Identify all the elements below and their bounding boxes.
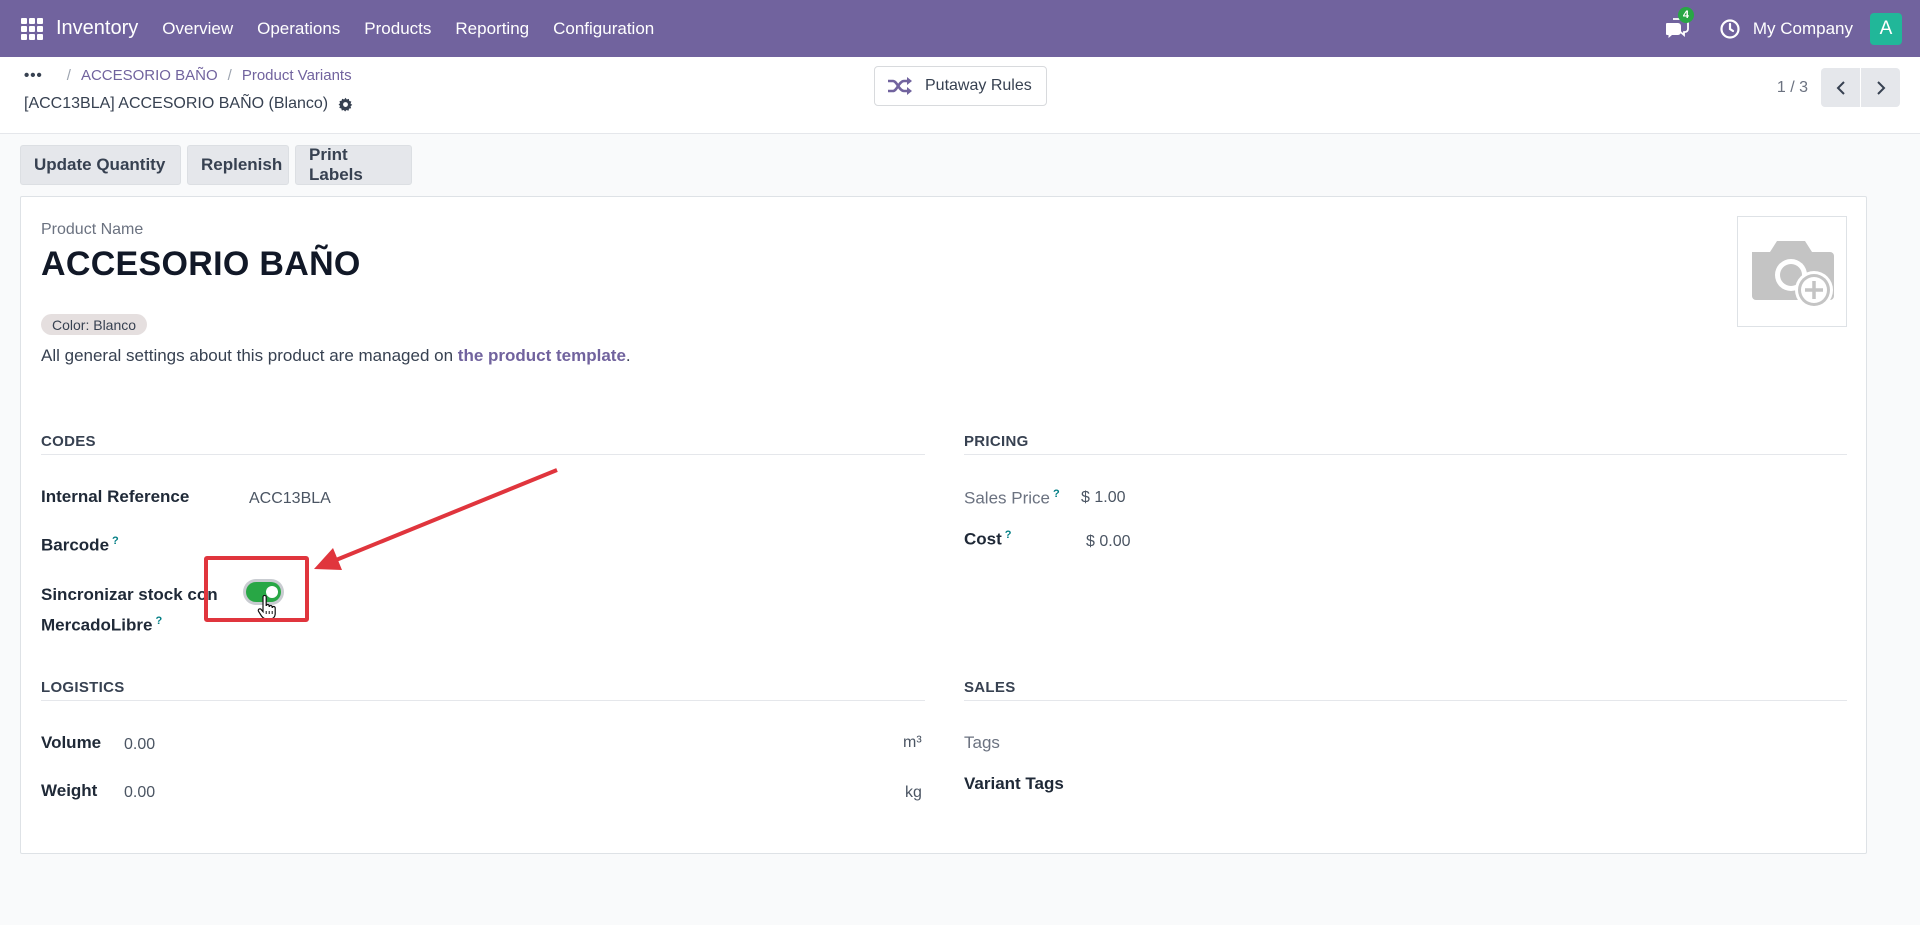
logistics-divider (41, 700, 925, 701)
pricing-section-title: PRICING (964, 433, 1029, 450)
apps-menu-icon[interactable] (21, 17, 43, 40)
putaway-rules-label: Putaway Rules (925, 77, 1032, 94)
replenish-button[interactable]: Replenish (187, 145, 289, 185)
tags-label: Tags (964, 733, 1000, 752)
sales-divider (964, 700, 1847, 701)
shuffle-icon (888, 77, 912, 95)
internal-reference-label: Internal Reference (41, 487, 190, 506)
breadcrumb-more-dots[interactable]: ••• (24, 67, 43, 84)
menu-configuration[interactable]: Configuration (541, 19, 666, 39)
breadcrumb-product[interactable]: ACCESORIO BAÑO (81, 67, 218, 84)
gear-icon[interactable] (338, 97, 353, 112)
pager-next-button[interactable] (1861, 68, 1900, 107)
menu-reporting[interactable]: Reporting (443, 19, 541, 39)
record-pager: 1 / 3 (1777, 68, 1900, 107)
template-note: All general settings about this product … (41, 346, 631, 366)
annotation-highlight-box (204, 556, 309, 622)
sales-price-help-icon[interactable]: ? (1053, 488, 1060, 500)
weight-unit: kg (905, 784, 922, 801)
sync-mercadolibre-label-line2: MercadoLibre (41, 615, 153, 635)
weight-label: Weight (41, 781, 98, 800)
sales-price-label-row: Sales Price? (964, 488, 1060, 509)
sales-section-title: SALES (964, 679, 1016, 696)
cost-field[interactable]: $ 0.00 (1086, 533, 1130, 551)
product-name-field[interactable]: ACCESORIO BAÑO (41, 245, 361, 284)
template-note-period: . (625, 346, 631, 365)
weight-field[interactable]: 0.00 (124, 784, 155, 802)
app-name[interactable]: Inventory (56, 17, 138, 40)
form-sheet: Product Name ACCESORIO BAÑO Color: Blanc… (20, 196, 1867, 854)
action-buttons-bar: Update Quantity Replenish Print Labels (20, 145, 418, 185)
pager-previous-button[interactable] (1821, 68, 1860, 107)
barcode-label: Barcode (41, 535, 110, 555)
chat-count-badge: 4 (1677, 6, 1694, 23)
product-name-hint: Product Name (41, 221, 144, 238)
control-panel: ••• / ACCESORIO BAÑO / Product Variants … (0, 57, 1920, 134)
variant-tags-label: Variant Tags (964, 774, 1064, 793)
volume-unit: m³ (903, 734, 922, 751)
barcode-help-icon[interactable]: ? (112, 535, 119, 547)
menu-operations[interactable]: Operations (245, 19, 352, 39)
pager-value[interactable]: 1 / 3 (1777, 79, 1808, 97)
breadcrumb: ••• / ACCESORIO BAÑO / Product Variants (24, 67, 352, 84)
record-title: [ACC13BLA] ACCESORIO BAÑO (Blanco) (24, 95, 329, 112)
menu-overview[interactable]: Overview (150, 19, 245, 39)
cost-label-row: Cost? (964, 529, 1012, 550)
update-quantity-button[interactable]: Update Quantity (20, 145, 181, 185)
user-avatar[interactable]: A (1870, 12, 1902, 45)
volume-label: Volume (41, 733, 102, 752)
sync-mercadolibre-label-line1: Sincronizar stock con (41, 585, 218, 604)
tags-field[interactable] (1081, 729, 1481, 755)
cost-help-icon[interactable]: ? (1005, 529, 1012, 541)
codes-divider (41, 454, 925, 455)
chevron-right-icon (1876, 80, 1885, 95)
product-template-link[interactable]: the product template (458, 346, 626, 365)
variant-tags-field[interactable] (1101, 771, 1501, 797)
breadcrumb-separator: / (66, 67, 71, 84)
product-image-upload[interactable] (1737, 216, 1847, 327)
template-note-text: All general settings about this product … (41, 346, 454, 365)
sync-mercadolibre-label-block: Sincronizar stock con MercadoLibre? (41, 582, 218, 639)
volume-field[interactable]: 0.00 (124, 736, 155, 754)
sync-mercadolibre-label-row: MercadoLibre? (41, 608, 218, 639)
clock-icon[interactable] (1719, 18, 1741, 40)
print-labels-button[interactable]: Print Labels (295, 145, 412, 185)
chevron-left-icon (1836, 80, 1845, 95)
internal-reference-field[interactable]: ACC13BLA (249, 490, 331, 508)
breadcrumb-separator: / (227, 67, 232, 84)
top-navbar: Inventory Overview Operations Products R… (0, 0, 1920, 57)
sync-help-icon[interactable]: ? (155, 615, 162, 627)
company-switcher[interactable]: My Company (1753, 19, 1853, 39)
pricing-divider (964, 454, 1847, 455)
color-attribute-badge: Color: Blanco (41, 314, 148, 335)
putaway-rules-button[interactable]: Putaway Rules (874, 66, 1047, 106)
sales-price-label: Sales Price (964, 488, 1050, 508)
camera-add-icon (1752, 240, 1834, 309)
record-title-row: [ACC13BLA] ACCESORIO BAÑO (Blanco) (24, 95, 353, 113)
menu-products[interactable]: Products (352, 19, 443, 39)
cost-label: Cost (964, 529, 1002, 549)
barcode-field[interactable] (249, 533, 649, 559)
barcode-label-row: Barcode? (41, 535, 119, 556)
codes-section-title: CODES (41, 433, 96, 450)
logistics-section-title: LOGISTICS (41, 679, 125, 696)
sales-price-field[interactable]: $ 1.00 (1081, 489, 1125, 507)
breadcrumb-product-variants[interactable]: Product Variants (242, 67, 352, 84)
chat-icon[interactable]: 4 (1665, 6, 1694, 41)
